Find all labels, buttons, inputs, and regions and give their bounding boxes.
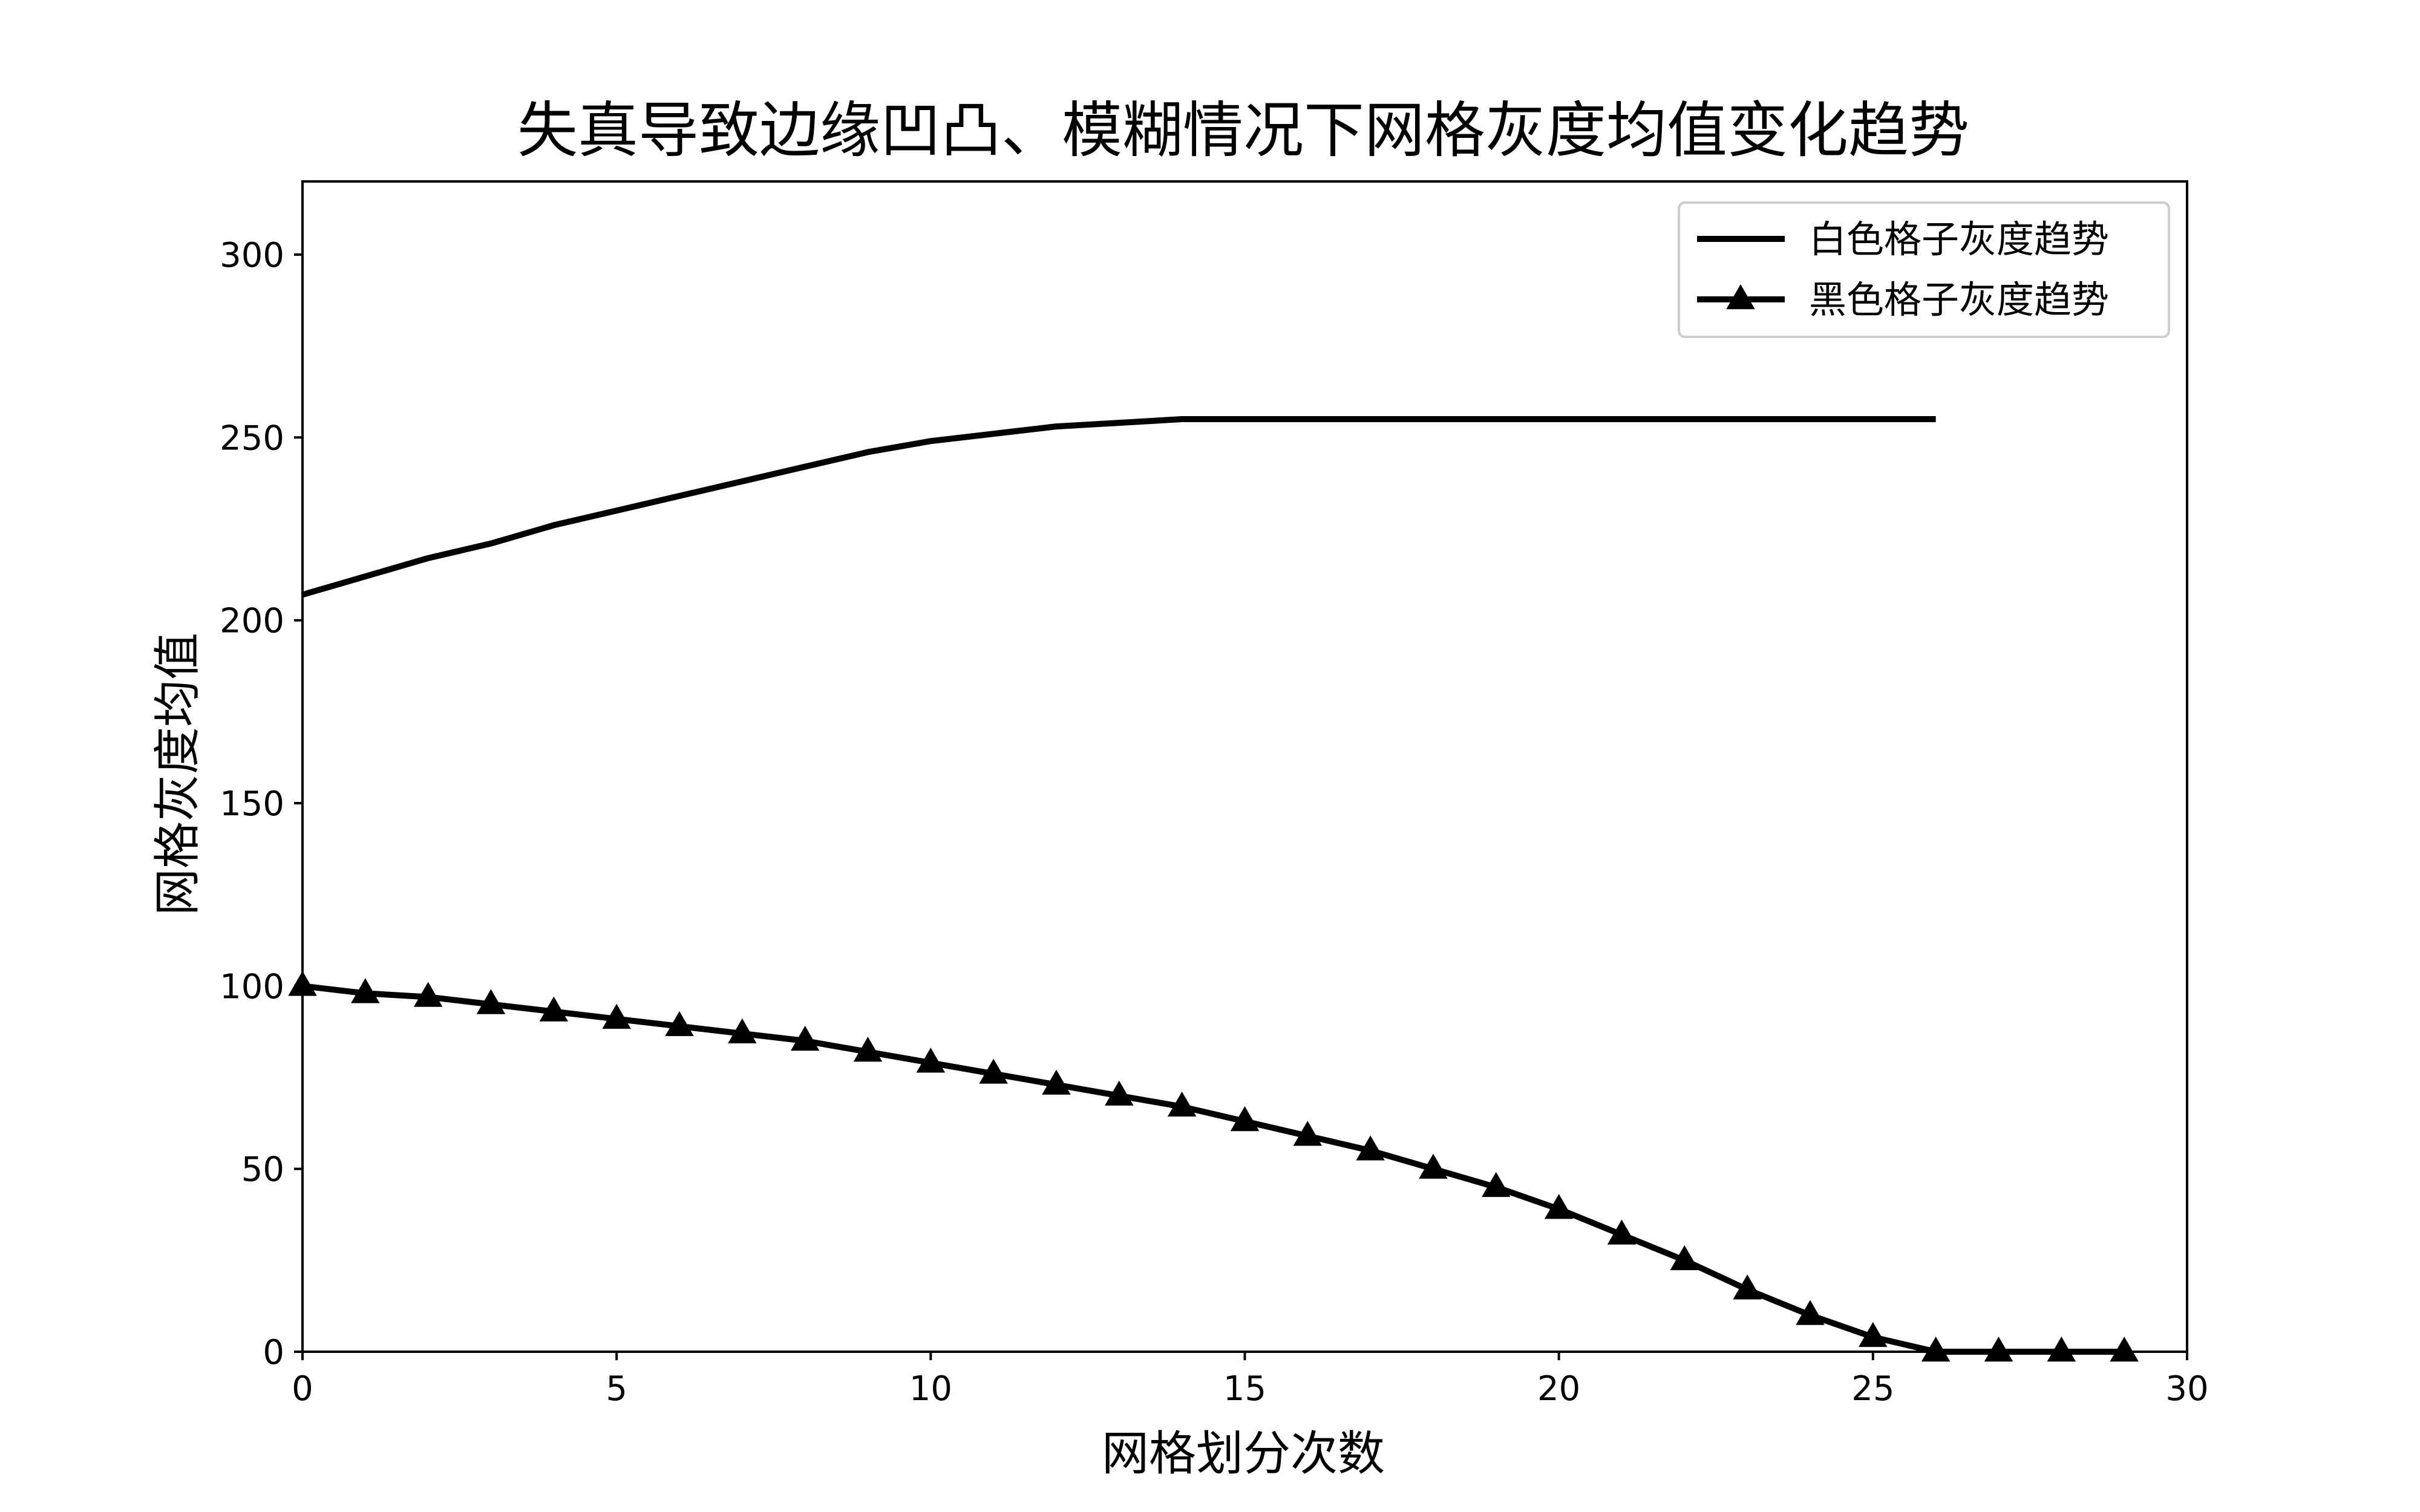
- x-tick-label: 30: [2165, 1369, 2208, 1409]
- x-tick-label: 20: [1537, 1369, 1580, 1409]
- data-point-marker: [288, 971, 317, 996]
- x-axis-label: 网格划分次数: [1102, 1427, 1385, 1481]
- x-tick-label: 0: [292, 1369, 313, 1409]
- x-tick-label: 25: [1851, 1369, 1894, 1409]
- y-tick-label: 250: [220, 419, 284, 458]
- chart-title: 失真导致边缘凹凸、模糊情况下网格灰度均值变化趋势: [517, 95, 1969, 166]
- x-tick-label: 5: [606, 1369, 627, 1409]
- series-line-2: [302, 983, 2125, 1355]
- x-tick-label: 15: [1223, 1369, 1266, 1409]
- line-chart: 失真导致边缘凹凸、模糊情况下网格灰度均值变化趋势 0 5 10 15 20 25 30050…: [151, 95, 2209, 1481]
- legend: 白色格子灰度趋势黑色格子灰度趋势: [1678, 201, 2170, 338]
- legend-entry-label: 黑色格子灰度趋势: [1809, 278, 2109, 322]
- plot-frame: [301, 180, 2188, 1353]
- y-tick-label: 150: [220, 784, 284, 824]
- plot-area: 0 5 10 15 20 25 30050100150200250300 白色格子灰度趋势黑色…: [220, 180, 2209, 1409]
- y-axis-label: 网格灰度均值: [151, 633, 205, 916]
- series-line-1: [301, 416, 1936, 598]
- y-tick-label: 200: [220, 602, 284, 641]
- chart-figure: 失真导致边缘凹凸、模糊情况下网格灰度均值变化趋势 0 5 10 15 20 25 30 0 50…: [0, 0, 2420, 1512]
- y-tick-label: 50: [241, 1150, 284, 1190]
- y-tick-label: 100: [220, 967, 284, 1006]
- y-tick-label: 300: [220, 236, 284, 275]
- x-tick-label: 10: [909, 1369, 952, 1409]
- legend-entry-label: 白色格子灰度趋势: [1809, 217, 2109, 261]
- y-tick-label: 0: [263, 1333, 284, 1372]
